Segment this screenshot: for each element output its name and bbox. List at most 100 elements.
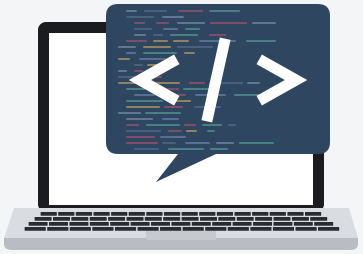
- code-line: [160, 136, 186, 138]
- keyboard-key: [40, 212, 57, 216]
- code-line: [239, 142, 274, 144]
- code-line: [228, 124, 236, 126]
- keyboard-key: [314, 222, 334, 226]
- keyboard-key: [89, 222, 109, 226]
- code-line: [247, 82, 260, 84]
- code-line: [164, 106, 183, 108]
- keyboard-key: [111, 212, 128, 216]
- keyboard-key: [69, 227, 91, 231]
- code-line: [186, 130, 197, 132]
- code-line: [134, 94, 155, 96]
- code-line: [153, 40, 168, 42]
- keyboard-key: [89, 217, 107, 221]
- code-line: [146, 124, 180, 126]
- code-line: [126, 106, 160, 108]
- code-line: [162, 118, 179, 120]
- code-line: [178, 10, 203, 12]
- keyboard-key: [171, 222, 191, 226]
- keyboard-key: [114, 227, 137, 231]
- code-line: [134, 148, 159, 150]
- keyboard-key: [234, 212, 251, 216]
- code-line: [209, 10, 240, 12]
- code-line: [118, 70, 127, 72]
- keyboard-key: [250, 227, 272, 231]
- keyboard-key: [146, 212, 163, 216]
- code-line: [170, 34, 198, 36]
- keyboard-key: [24, 227, 46, 231]
- keyboard-key: [216, 212, 233, 216]
- keyboard-key: [53, 217, 70, 221]
- keyboard-key: [34, 217, 52, 221]
- code-line: [184, 52, 195, 54]
- keyboard-key: [200, 217, 217, 221]
- code-line: [118, 58, 130, 60]
- keyboard-key: [92, 227, 114, 231]
- code-line: [163, 28, 178, 30]
- code-line: [126, 124, 139, 126]
- code-line: [185, 142, 210, 144]
- keyboard-key: [163, 217, 181, 221]
- code-line: [134, 70, 143, 72]
- keyboard-key: [232, 222, 252, 226]
- code-line: [143, 52, 177, 54]
- code-line: [246, 40, 276, 42]
- keyboard-key: [108, 217, 126, 221]
- keyboard-key: [160, 227, 182, 231]
- code-line: [145, 112, 181, 114]
- code-line: [184, 124, 196, 126]
- code-line: [126, 40, 147, 42]
- keyboard-key: [126, 217, 144, 221]
- keyboard-key: [75, 212, 92, 216]
- keyboard-key: [287, 212, 304, 216]
- code-line: [126, 130, 161, 132]
- keyboard-key: [93, 212, 110, 216]
- keyboard-key: [71, 217, 89, 221]
- keyboard-key: [293, 222, 313, 226]
- keyboard-key: [110, 222, 130, 226]
- code-line: [210, 148, 228, 150]
- code-line: [177, 46, 213, 48]
- code-line: [126, 88, 145, 90]
- code-line: [126, 100, 163, 102]
- code-line: [134, 64, 143, 66]
- code-line: [134, 34, 146, 36]
- code-line: [210, 22, 247, 24]
- keyboard-key: [199, 212, 216, 216]
- code-line: [144, 10, 167, 12]
- code-line: [209, 34, 226, 36]
- touchpad: [146, 230, 216, 240]
- keyboard-key: [28, 222, 48, 226]
- code-line: [156, 22, 169, 24]
- keyboard-key: [49, 222, 68, 226]
- code-line: [185, 28, 200, 30]
- code-line: [162, 16, 184, 18]
- keyboard-key: [295, 227, 317, 231]
- code-line: [134, 22, 145, 24]
- keyboard-key: [164, 212, 181, 216]
- code-line: [173, 40, 189, 42]
- code-line: [118, 112, 141, 114]
- keyboard-key: [181, 217, 199, 221]
- code-line: [252, 22, 276, 24]
- illustration: [0, 0, 363, 254]
- code-line: [126, 136, 155, 138]
- keyboard-key: [218, 217, 236, 221]
- code-line: [139, 58, 166, 60]
- keyboard-key: [272, 227, 295, 231]
- keyboard-key: [269, 212, 286, 216]
- code-line: [126, 10, 137, 12]
- keyboard-key: [318, 227, 340, 231]
- keyboard-key: [151, 222, 170, 226]
- code-line: [126, 118, 153, 120]
- keyboard-key: [130, 222, 150, 226]
- keyboard-key: [227, 227, 249, 231]
- keyboard-key: [144, 217, 162, 221]
- keyboard-key: [182, 227, 204, 231]
- code-line: [126, 52, 136, 54]
- keyboard-key: [291, 217, 309, 221]
- code-line: [118, 46, 136, 48]
- code-line: [126, 16, 154, 18]
- keyboard-key: [181, 212, 198, 216]
- code-line: [162, 142, 176, 144]
- keyboard-key: [236, 217, 254, 221]
